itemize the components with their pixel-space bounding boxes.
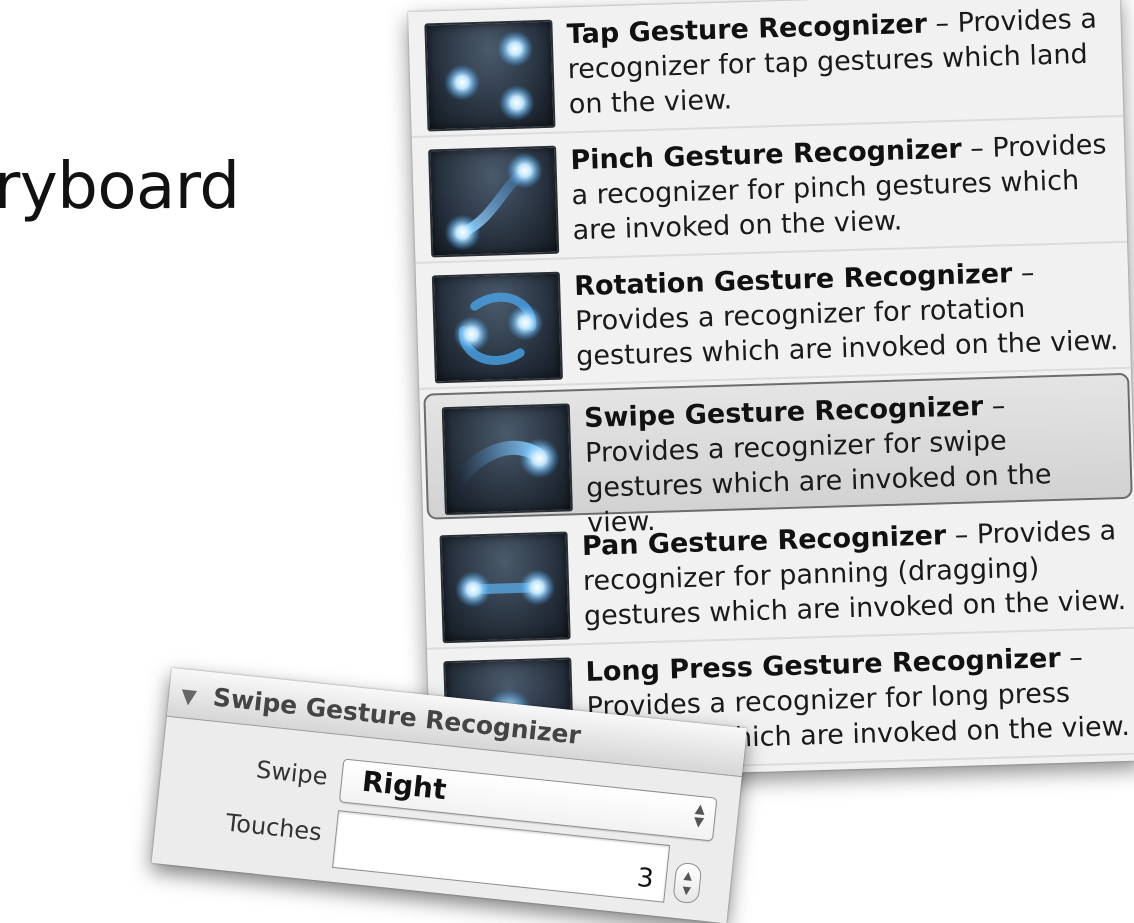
tap-gesture-icon	[424, 19, 556, 132]
stepper-down-icon[interactable]: ▼	[682, 884, 692, 898]
library-item-swipe[interactable]: Swipe Gesture Recognizer – Provides a re…	[423, 372, 1133, 539]
library-item-tap[interactable]: Tap Gesture Recognizer – Provides a reco…	[408, 0, 1124, 138]
pan-gesture-icon	[439, 531, 571, 644]
library-item-pan[interactable]: Pan Gesture Recognizer – Provides a reco…	[423, 502, 1134, 650]
swipe-direction-value: Right	[360, 764, 449, 807]
stepper-up-icon[interactable]: ▲	[683, 869, 693, 883]
pinch-gesture-icon	[428, 145, 560, 258]
library-item-rotation[interactable]: Rotation Gesture Recognizer – Provides a…	[415, 242, 1131, 390]
library-item-description: Pinch Gesture Recognizer – Provides a re…	[570, 129, 1107, 247]
swipe-gesture-icon	[441, 403, 573, 516]
object-library: Tap Gesture Recognizer – Provides a reco…	[408, 0, 1134, 782]
library-item-description: Rotation Gesture Recognizer – Provides a…	[573, 257, 1119, 373]
library-item-description: Tap Gesture Recognizer – Provides a reco…	[566, 3, 1098, 121]
touches-value: 3	[635, 862, 656, 895]
rotation-gesture-icon	[431, 271, 563, 384]
disclosure-triangle-icon[interactable]: ▼	[180, 683, 198, 708]
library-item-title: Tap Gesture Recognizer	[566, 8, 928, 51]
library-item-pinch[interactable]: Pinch Gesture Recognizer – Provides a re…	[411, 116, 1128, 264]
swipe-label: Swipe	[254, 755, 329, 791]
popup-arrows-icon: ▲ ▼	[692, 801, 706, 831]
touches-label: Touches	[224, 808, 324, 847]
slide-title: ryboard	[0, 150, 240, 224]
library-item-title: Pan Gesture Recognizer	[581, 520, 947, 563]
touches-stepper[interactable]: ▲ ▼	[672, 861, 703, 905]
library-item-description: Pan Gesture Recognizer – Provides a reco…	[581, 515, 1127, 633]
